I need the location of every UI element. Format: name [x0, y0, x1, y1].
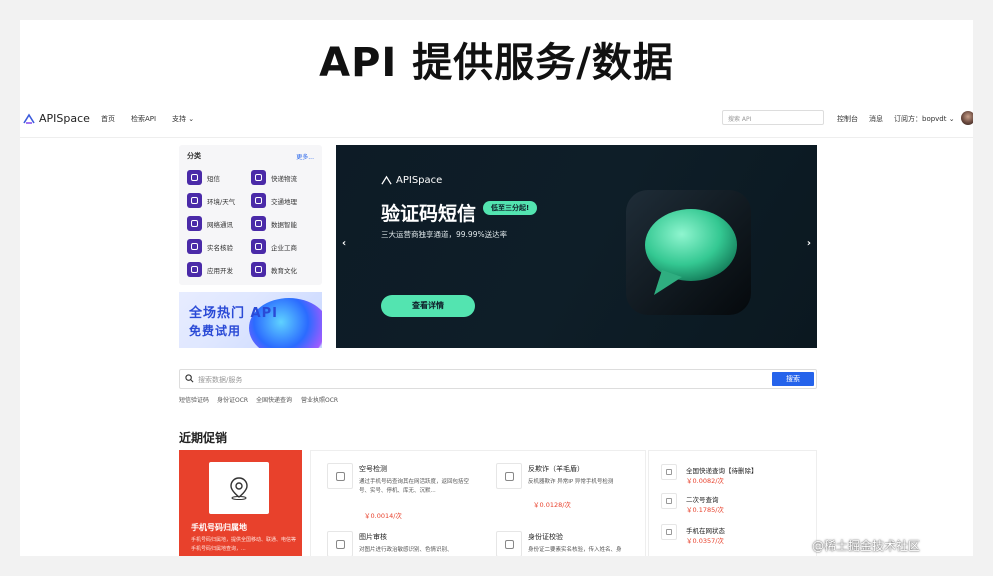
featured-desc: 手机号码归属地，提供全国移动、联通、电信等手机号码归属地查询，...: [191, 537, 297, 552]
banner-line-2: 免费试用: [189, 324, 242, 338]
promo-list-right: 全国快递查询【待删除】 ￥0.0082/次 二次号查询 ￥0.1785/次 手机…: [648, 450, 817, 556]
quick-link-express[interactable]: 全国快递查询: [256, 395, 292, 404]
category-identity[interactable]: 实名核验: [187, 239, 233, 254]
top-nav: APISpace 首页 检索API 支持 ⌄ 搜索 API 控制台 消息 订阅方…: [20, 102, 973, 138]
main-search-input[interactable]: 搜索数据/服务: [198, 375, 242, 385]
nav-search-api[interactable]: 检索API: [131, 114, 156, 124]
hero-logo: APISpace: [381, 175, 442, 186]
watermark: @稀土掘金技术社区: [812, 539, 921, 553]
weather-icon: [187, 193, 202, 208]
category-geo[interactable]: 交通地理: [251, 193, 297, 208]
promo-item[interactable]: 图片审核 对图片进行政治敏感识别、色情识别、: [327, 531, 487, 556]
logo-icon: [23, 112, 35, 124]
category-data-ai[interactable]: 数据智能: [251, 216, 297, 231]
slide: API 提供服务/数据 APISpace 首页 检索API 支持 ⌄ 搜索 AP…: [20, 20, 973, 556]
chat-bubble-icon: [626, 190, 751, 315]
category-header: 分类: [187, 152, 201, 160]
category-panel: 分类 更多... 短信 快递物流 环境/天气 交通地理 网络通讯 数据智能 实名…: [179, 145, 322, 285]
hero-title: 验证码短信: [381, 203, 477, 225]
nav-home[interactable]: 首页: [101, 114, 115, 124]
code-braces-icon: [187, 262, 202, 277]
free-trial-banner[interactable]: 全场热门 API 免费试用: [179, 292, 322, 348]
category-business[interactable]: 企业工商: [251, 239, 297, 254]
nav-account[interactable]: 订阅方：bopvdt ⌄: [894, 114, 955, 124]
hero-details-button[interactable]: 查看详情: [381, 295, 475, 317]
search-icon: [185, 374, 194, 383]
banner-line-1: 全场热门 API: [189, 306, 278, 321]
category-app-dev[interactable]: 应用开发: [187, 262, 233, 277]
nav-messages[interactable]: 消息: [869, 114, 883, 124]
top-search-input[interactable]: 搜索 API: [722, 110, 824, 125]
building-icon: [251, 239, 266, 254]
carousel-prev-arrow[interactable]: ‹: [342, 238, 346, 249]
quick-link-license-ocr[interactable]: 营业执照OCR: [301, 395, 338, 404]
sms-icon: [187, 170, 202, 185]
nav-support[interactable]: 支持 ⌄: [172, 114, 194, 124]
image-icon: [327, 531, 353, 556]
logo-icon: [381, 175, 392, 185]
list-item[interactable]: 全国快递查询【待删除】 ￥0.0082/次: [661, 464, 811, 486]
category-network[interactable]: 网络通讯: [187, 216, 233, 231]
promo-item[interactable]: 空号检测 通过手机号码查询其在网活跃度，返回包括空号、实号、停机、库无、沉默..…: [327, 463, 487, 520]
promo-grid: 空号检测 通过手机号码查询其在网活跃度，返回包括空号、实号、停机、库无、沉默..…: [310, 450, 646, 556]
category-sms[interactable]: 短信: [187, 170, 220, 185]
slide-title: API 提供服务/数据: [319, 40, 674, 86]
gear-icon: [251, 216, 266, 231]
logistics-icon: [251, 170, 266, 185]
featured-promo-card[interactable]: 手机号码归属地 手机号码归属地，提供全国移动、联通、电信等手机号码归属地查询，.…: [179, 450, 302, 556]
express-icon: [661, 464, 677, 480]
phone-icon: [661, 524, 677, 540]
location-pin-icon: [230, 477, 248, 500]
id-shield-icon: [496, 531, 522, 556]
category-weather[interactable]: 环境/天气: [187, 193, 235, 208]
category-logistics[interactable]: 快递物流: [251, 170, 297, 185]
logo-text: APISpace: [39, 112, 90, 125]
list-item[interactable]: 二次号查询 ￥0.1785/次: [661, 493, 811, 515]
carousel-next-arrow[interactable]: ›: [807, 238, 811, 249]
category-education[interactable]: 教育文化: [251, 262, 297, 277]
avatar[interactable]: [961, 111, 973, 125]
promo-item[interactable]: 反欺诈（羊毛盾） 反机器欺诈 异常IP 异常手机号检测 ￥0.0128/次: [496, 463, 656, 513]
main-search-button[interactable]: 搜索: [772, 372, 814, 386]
network-icon: [187, 216, 202, 231]
hero-badge: 低至三分起!: [483, 201, 538, 215]
location-icon: [251, 193, 266, 208]
section-title: 近期促销: [179, 431, 228, 445]
graduation-cap-icon: [251, 262, 266, 277]
hero-subtitle: 三大运营商独享通道，99.99%送达率: [381, 230, 508, 239]
nav-console[interactable]: 控制台: [837, 114, 858, 124]
quick-link-id-ocr[interactable]: 身份证OCR: [217, 395, 248, 404]
phone-icon: [327, 463, 353, 489]
main-search-bar: 搜索数据/服务 搜索: [179, 369, 817, 389]
category-more-link[interactable]: 更多...: [296, 152, 314, 161]
site-logo[interactable]: APISpace: [23, 112, 90, 125]
hero-carousel: APISpace 验证码短信 低至三分起! 三大运营商独享通道，99.99%送达…: [336, 145, 817, 348]
list-item[interactable]: 手机在网状态 ￥0.0357/次: [661, 524, 811, 546]
featured-title: 手机号码归属地: [191, 523, 247, 532]
quick-link-sms-code[interactable]: 短信验证码: [179, 395, 209, 404]
featured-icon-box: [209, 462, 269, 514]
shield-icon: [661, 493, 677, 509]
promo-item[interactable]: 身份证校验 身份证二要素实名核验，传入姓名、身: [496, 531, 656, 556]
shield-icon: [187, 239, 202, 254]
planet-icon: [496, 463, 522, 489]
